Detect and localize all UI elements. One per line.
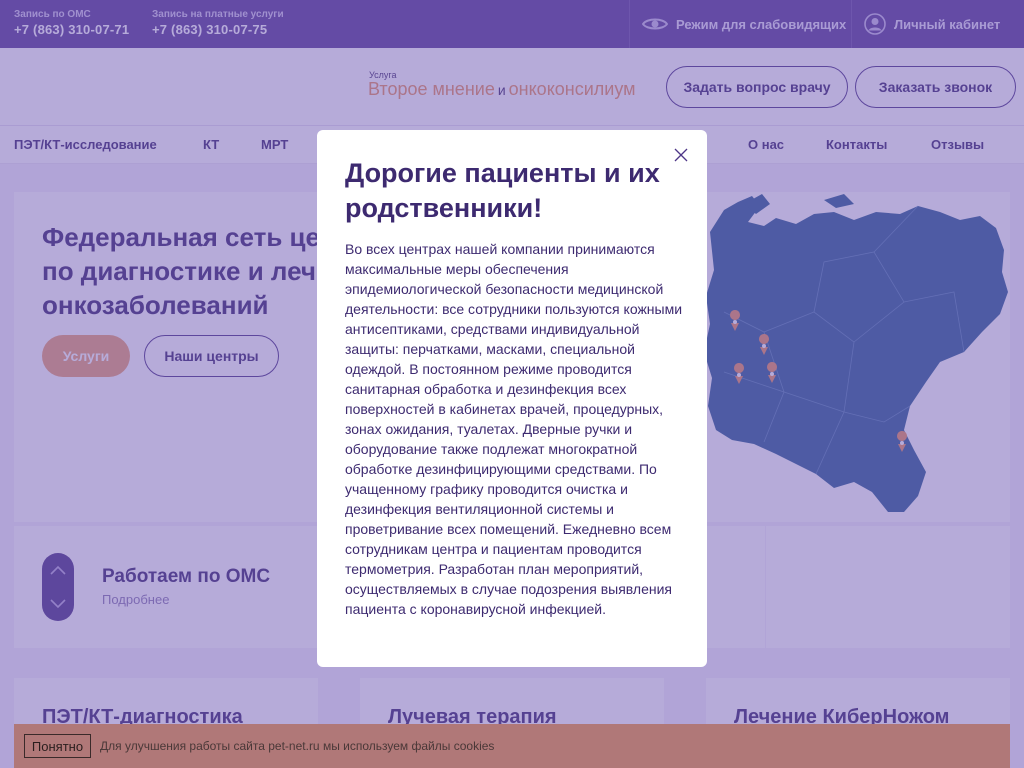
modal-body: Во всех центрах нашей компании принимают…	[345, 241, 683, 617]
cookie-banner: Понятно Для улучшения работы сайта pet-n…	[14, 724, 1010, 768]
cookie-accept-button[interactable]: Понятно	[24, 734, 91, 758]
notice-modal: Дорогие пациенты и их родственники! Во в…	[317, 130, 707, 667]
cookie-text: Для улучшения работы сайта pet-net.ru мы…	[100, 739, 495, 753]
modal-title: Дорогие пациенты и их родственники!	[345, 158, 660, 223]
